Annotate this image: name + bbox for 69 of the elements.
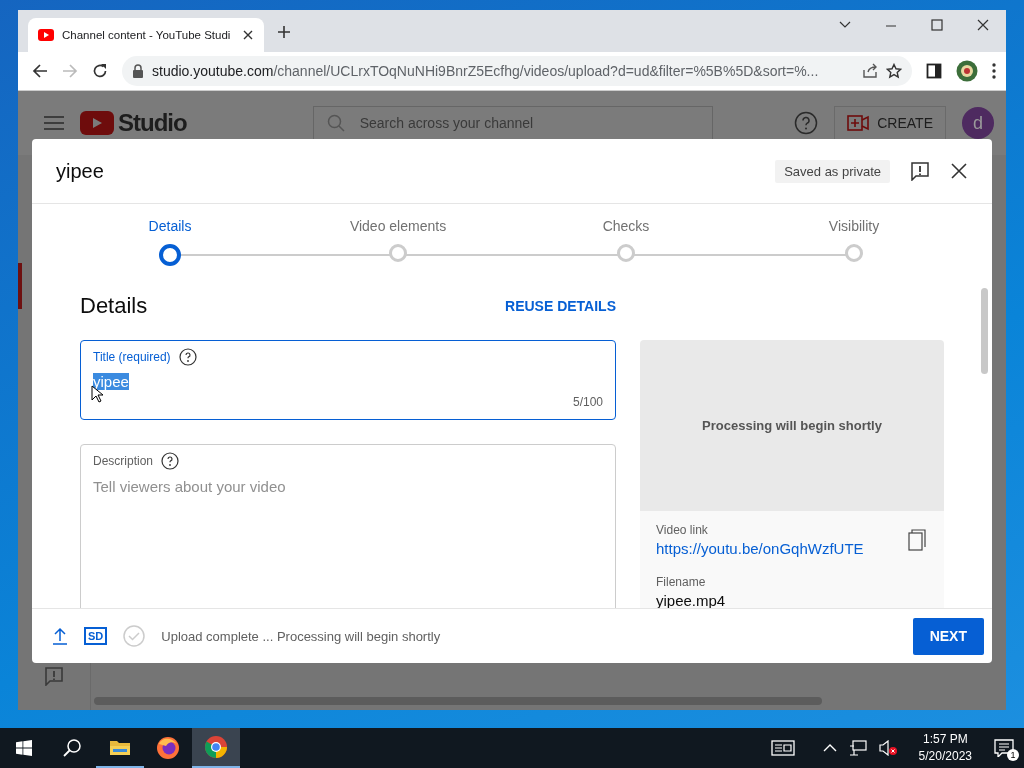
- feedback-icon[interactable]: [910, 161, 930, 181]
- network-icon[interactable]: [848, 740, 867, 756]
- lock-icon: [132, 64, 144, 78]
- video-link[interactable]: https://youtu.be/onGqhWzfUTE: [656, 540, 928, 557]
- address-bar[interactable]: studio.youtube.com/channel/UCLrxTOqNuNHi9BnrZ5Ecfhg/videos/upload?d=ud&filter=%5B%5D&sort=%...: [122, 56, 912, 86]
- title-field[interactable]: Title (required) yipee 5/100: [80, 340, 616, 420]
- profile-avatar-icon[interactable]: [956, 60, 978, 82]
- video-add-icon: [847, 115, 870, 131]
- scrollbar[interactable]: [981, 288, 988, 374]
- active-indicator: [18, 263, 22, 309]
- help-icon[interactable]: [161, 452, 180, 470]
- news-icon[interactable]: [770, 739, 795, 757]
- next-button[interactable]: NEXT: [912, 617, 984, 655]
- section-heading: Details: [80, 293, 148, 319]
- time-text: 1:57 PM: [922, 731, 968, 748]
- logo-text: Studio: [118, 109, 187, 137]
- copy-icon[interactable]: [908, 529, 926, 551]
- reuse-details-button[interactable]: REUSE DETAILS: [505, 298, 616, 314]
- chrome-icon[interactable]: [204, 735, 228, 759]
- description-field[interactable]: Description Tell viewers about your video: [80, 444, 616, 608]
- close-icon[interactable]: [242, 29, 254, 41]
- processing-message: Processing will begin shortly: [702, 418, 882, 433]
- step-label[interactable]: Visibility: [828, 218, 880, 234]
- status-chip: Saved as private: [775, 159, 890, 183]
- speaker-muted-icon[interactable]: [878, 740, 897, 756]
- upload-status: Upload complete ... Processing will begin shortly: [161, 628, 441, 644]
- windows-logo-icon: [16, 740, 32, 756]
- browser-tab[interactable]: Channel content - YouTube Studi: [28, 18, 264, 52]
- date-text: 5/20/2023: [918, 748, 972, 765]
- character-counter: 5/100: [572, 395, 603, 409]
- star-icon[interactable]: [886, 63, 902, 79]
- field-label: Title (required): [93, 350, 171, 364]
- search-field[interactable]: Search across your channel: [312, 106, 713, 140]
- search-icon: [326, 114, 345, 132]
- back-icon[interactable]: [32, 63, 48, 79]
- help-icon[interactable]: [178, 348, 197, 366]
- create-button[interactable]: CREATE: [834, 106, 946, 140]
- upload-icon: [52, 627, 68, 645]
- step-label[interactable]: Video elements: [349, 218, 447, 234]
- side-panel-icon[interactable]: [926, 63, 942, 79]
- step-label[interactable]: Checks: [602, 218, 650, 234]
- folder-icon[interactable]: [109, 738, 131, 756]
- notification-badge: 1: [1007, 749, 1019, 761]
- chevron-up-icon[interactable]: [822, 743, 837, 753]
- close-icon[interactable]: [950, 162, 968, 180]
- more-icon[interactable]: [992, 63, 996, 79]
- reload-icon[interactable]: [92, 63, 108, 79]
- video-logo-icon: [80, 111, 114, 135]
- firefox-icon[interactable]: [156, 736, 180, 760]
- clock[interactable]: 1:57 PM 5/20/2023: [918, 731, 972, 765]
- share-icon[interactable]: [862, 63, 878, 79]
- field-value: yipee: [93, 373, 129, 390]
- step-label[interactable]: Details: [148, 218, 192, 234]
- search-icon[interactable]: [63, 739, 81, 757]
- step-indicator[interactable]: [159, 244, 181, 266]
- dialog-title: yipee: [56, 159, 104, 183]
- check-circle-icon: [123, 625, 146, 647]
- quality-badge: SD: [84, 627, 108, 645]
- field-label: Filename: [656, 575, 707, 589]
- menu-icon[interactable]: [44, 115, 64, 131]
- placeholder-text: Tell viewers about your video: [93, 478, 287, 495]
- avatar[interactable]: d: [962, 107, 994, 139]
- scrollbar[interactable]: [94, 697, 822, 705]
- new-tab-icon[interactable]: [276, 24, 292, 40]
- field-label: Description: [93, 454, 154, 468]
- field-label: Video link: [656, 523, 709, 537]
- url-text: studio.youtube.com/channel/UCLrxTOqNuNHi9BnrZ5Ecfhg/videos/upload?d=ud&filter=%5B%5D&sort=%...: [152, 63, 820, 79]
- video-logo-icon: [38, 29, 54, 41]
- notification-icon[interactable]: [994, 739, 1014, 757]
